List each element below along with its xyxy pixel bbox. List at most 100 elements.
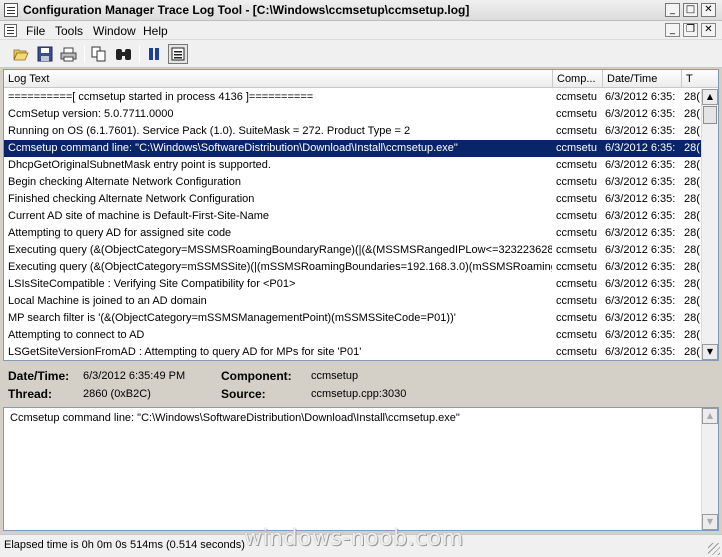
component-cell: ccmsetu (556, 278, 597, 290)
log-text-cell: LSGetSiteVersionFromAD : Attempting to q… (8, 346, 362, 358)
resize-grip[interactable] (708, 543, 720, 555)
document-icon[interactable] (4, 24, 17, 37)
datetime-cell: 6/3/2012 6:35: (605, 210, 676, 222)
scroll-up-button[interactable]: ▲ (702, 408, 718, 424)
thread-cell: 28( (684, 108, 700, 120)
mdi-close-button[interactable]: ✕ (701, 23, 716, 37)
log-scrollbar[interactable]: ▲ ▼ (701, 89, 718, 360)
datetime-cell: 6/3/2012 6:35: (605, 346, 676, 358)
source-value: ccmsetup.cpp:3030 (311, 388, 407, 400)
log-row[interactable]: Current AD site of machine is Default-Fi… (4, 208, 701, 225)
thread-cell: 28( (684, 261, 700, 273)
log-row[interactable]: Executing query (&(ObjectCategory=mSSMSS… (4, 259, 701, 276)
datetime-cell: 6/3/2012 6:35: (605, 278, 676, 290)
menu-tools[interactable]: Tools (52, 23, 86, 39)
thread-label: Thread: (8, 387, 53, 401)
mdi-restore-button[interactable]: ❐ (683, 23, 698, 37)
print-icon[interactable] (58, 44, 78, 64)
copy-icon[interactable] (89, 44, 109, 64)
message-scrollbar[interactable]: ▲ ▼ (701, 408, 718, 530)
thread-cell: 28( (684, 227, 700, 239)
log-row[interactable]: MP search filter is '(&(ObjectCategory=m… (4, 310, 701, 327)
scroll-thumb[interactable] (703, 106, 717, 124)
log-row[interactable]: DhcpGetOriginalSubnetMask entry point is… (4, 157, 701, 174)
menu-window[interactable]: Window (90, 23, 139, 39)
log-text-cell: Current AD site of machine is Default-Fi… (8, 210, 270, 222)
toolbar (0, 40, 722, 68)
find-icon[interactable] (113, 44, 133, 64)
save-icon[interactable] (35, 44, 55, 64)
datetime-cell: 6/3/2012 6:35: (605, 142, 676, 154)
thread-cell: 28( (684, 295, 700, 307)
elapsed-time-status: Elapsed time is 0h 0m 0s 514ms (0.514 se… (4, 539, 245, 551)
scroll-down-button[interactable]: ▼ (702, 344, 718, 360)
minimize-button[interactable]: _ (665, 3, 680, 17)
component-value: ccmsetup (311, 370, 359, 382)
log-row[interactable]: Attempting to connect to AD ccmsetu 6/3/20… (4, 327, 701, 344)
log-row[interactable]: LSIsSiteCompatible : Verifying Site Comp… (4, 276, 701, 293)
log-row[interactable]: Begin checking Alternate Network Configu… (4, 174, 701, 191)
component-cell: ccmsetu (556, 312, 597, 324)
log-row[interactable]: LSGetSiteVersionFromAD : Attempting to q… (4, 344, 701, 360)
log-text-cell: Ccmsetup command line: "C:\Windows\Softw… (8, 142, 458, 154)
datetime-cell: 6/3/2012 6:35: (605, 159, 676, 171)
menu-help[interactable]: Help (140, 23, 171, 39)
menu-file[interactable]: File (23, 23, 48, 39)
log-row[interactable]: ==========[ ccmsetup started in process … (4, 89, 701, 106)
open-icon[interactable] (11, 44, 31, 64)
component-cell: ccmsetu (556, 193, 597, 205)
column-header-component[interactable]: Comp... (553, 70, 603, 88)
maximize-button[interactable]: □ (683, 3, 698, 17)
component-cell: ccmsetu (556, 142, 597, 154)
component-label: Component: (221, 369, 292, 383)
thread-cell: 28( (684, 329, 700, 341)
title-bar[interactable]: Configuration Manager Trace Log Tool - [… (0, 0, 722, 21)
component-cell: ccmsetu (556, 91, 597, 103)
datetime-cell: 6/3/2012 6:35: (605, 261, 676, 273)
pause-icon[interactable] (144, 44, 164, 64)
log-row[interactable]: Local Machine is joined to an AD domain c… (4, 293, 701, 310)
thread-cell: 28( (684, 142, 700, 154)
log-row[interactable]: Finished checking Alternate Network Conf… (4, 191, 701, 208)
datetime-cell: 6/3/2012 6:35: (605, 295, 676, 307)
source-label: Source: (221, 387, 266, 401)
log-text-cell: Running on OS (6.1.7601). Service Pack (… (8, 125, 411, 137)
message-text: Ccmsetup command line: "C:\Windows\Softw… (10, 412, 460, 424)
log-text-cell: Local Machine is joined to an AD domain (8, 295, 207, 307)
thread-cell: 28( (684, 159, 700, 171)
thread-cell: 28( (684, 278, 700, 290)
column-header-thread[interactable]: T (682, 70, 718, 88)
column-header-datetime[interactable]: Date/Time (603, 70, 682, 88)
log-text-cell: MP search filter is '(&(ObjectCategory=m… (8, 312, 456, 324)
log-row[interactable]: Executing query (&(ObjectCategory=MSSMSR… (4, 242, 701, 259)
datetime-value: 6/3/2012 6:35:49 PM (83, 370, 186, 382)
log-row[interactable]: Attempting to query AD for assigned site… (4, 225, 701, 242)
toolbar-separator (84, 45, 85, 63)
log-text-cell: Attempting to connect to AD (8, 329, 145, 341)
log-row[interactable]: Running on OS (6.1.7601). Service Pack (… (4, 123, 701, 140)
scroll-down-button[interactable]: ▼ (702, 514, 718, 530)
close-button[interactable]: ✕ (701, 3, 716, 17)
log-row[interactable]: CcmSetup version: 5.0.7711.0000 ccmsetu 6/… (4, 106, 701, 123)
log-row[interactable]: Ccmsetup command line: "C:\Windows\Softw… (4, 140, 701, 157)
scroll-up-button[interactable]: ▲ (702, 89, 718, 105)
log-list[interactable]: Log Text Comp... Date/Time T ==========[… (3, 69, 719, 361)
component-cell: ccmsetu (556, 210, 597, 222)
datetime-cell: 6/3/2012 6:35: (605, 125, 676, 137)
thread-cell: 28( (684, 210, 700, 222)
datetime-label: Date/Time: (8, 369, 70, 383)
list-icon[interactable] (168, 44, 188, 64)
app-icon (4, 3, 18, 17)
column-header-log-text[interactable]: Log Text (4, 70, 553, 88)
component-cell: ccmsetu (556, 244, 597, 256)
thread-cell: 28( (684, 91, 700, 103)
component-cell: ccmsetu (556, 227, 597, 239)
datetime-cell: 6/3/2012 6:35: (605, 329, 676, 341)
log-rows: ==========[ ccmsetup started in process … (4, 89, 701, 360)
mdi-minimize-button[interactable]: _ (665, 23, 680, 37)
log-text-cell: Executing query (&(ObjectCategory=MSSMSR… (8, 244, 552, 256)
datetime-cell: 6/3/2012 6:35: (605, 193, 676, 205)
toolbar-separator (139, 45, 140, 63)
message-text-box[interactable]: Ccmsetup command line: "C:\Windows\Softw… (3, 407, 719, 531)
thread-cell: 28( (684, 176, 700, 188)
